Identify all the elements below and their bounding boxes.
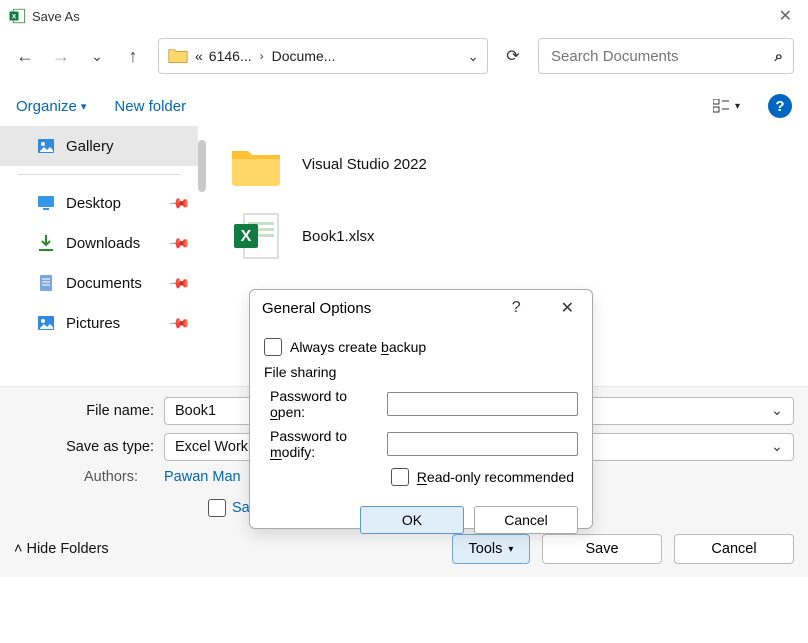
organize-button[interactable]: Organize ▾ xyxy=(16,98,86,115)
password-open-input[interactable] xyxy=(387,392,578,416)
excel-file-icon: X xyxy=(228,208,284,264)
save-thumbnail-checkbox[interactable] xyxy=(208,499,226,517)
chevron-down-icon[interactable]: ⌄ xyxy=(467,48,479,65)
desktop-icon xyxy=(36,193,56,213)
refresh-icon[interactable]: ⟳ xyxy=(502,46,524,66)
file-name-label: File name: xyxy=(14,403,164,419)
readonly-checkbox[interactable] xyxy=(391,468,409,486)
gallery-icon xyxy=(36,136,56,156)
sidebar-item-label: Documents xyxy=(66,275,142,292)
sidebar: Gallery Desktop 📌 Downloads 📌 Documents … xyxy=(0,126,198,386)
nav-bar: ← → ⌄ ↑ « 6146... › Docume... ⌄ ⟳ ⌕ xyxy=(0,32,808,80)
cancel-button[interactable]: Cancel xyxy=(674,534,794,564)
new-folder-button[interactable]: New folder xyxy=(114,98,186,115)
search-input[interactable] xyxy=(549,47,775,66)
password-modify-label: Password to modify: xyxy=(264,428,379,460)
search-icon[interactable]: ⌕ xyxy=(775,48,783,65)
recent-chevron-icon[interactable]: ⌄ xyxy=(86,48,108,65)
sidebar-item-label: Desktop xyxy=(66,195,121,212)
folder-icon xyxy=(167,46,189,66)
sidebar-item-label: Downloads xyxy=(66,235,140,252)
dialog-cancel-button[interactable]: Cancel xyxy=(474,506,578,534)
downloads-icon xyxy=(36,233,56,253)
list-item[interactable]: Visual Studio 2022 xyxy=(216,128,800,200)
path-seg2[interactable]: Docume... xyxy=(272,48,336,64)
pin-icon[interactable]: 📌 xyxy=(167,231,191,255)
chevron-down-icon: ▾ xyxy=(81,100,87,113)
back-icon[interactable]: ← xyxy=(14,46,36,67)
breadcrumb[interactable]: « 6146... › Docume... ⌄ xyxy=(158,38,488,74)
sidebar-scrollbar[interactable] xyxy=(198,126,208,386)
always-backup-label: Always create backup xyxy=(290,339,426,355)
always-backup-checkbox[interactable] xyxy=(264,338,282,356)
title-bar: X Save As ✕ xyxy=(0,0,808,32)
hide-folders-label: Hide Folders xyxy=(26,541,108,557)
chevron-up-icon: ˄ xyxy=(14,541,22,557)
file-sharing-group-label: File sharing xyxy=(264,364,578,380)
list-item[interactable]: X Book1.xlsx xyxy=(216,200,800,272)
file-name-value: Book1 xyxy=(175,403,216,419)
ok-button[interactable]: OK xyxy=(360,506,464,534)
up-icon[interactable]: ↑ xyxy=(122,46,144,67)
password-open-label: Password to open: xyxy=(264,388,379,420)
pin-icon[interactable]: 📌 xyxy=(167,191,191,215)
path-prefix: « xyxy=(195,48,203,64)
pin-icon[interactable]: 📌 xyxy=(167,271,191,295)
sidebar-item-downloads[interactable]: Downloads 📌 xyxy=(0,223,198,263)
help-icon[interactable]: ? xyxy=(506,299,527,317)
password-modify-input[interactable] xyxy=(387,432,578,456)
path-seg1[interactable]: 6146... xyxy=(209,48,252,64)
sidebar-item-pictures[interactable]: Pictures 📌 xyxy=(0,303,198,343)
sidebar-item-label: Pictures xyxy=(66,315,120,332)
pin-icon[interactable]: 📌 xyxy=(167,311,191,335)
view-options-button[interactable]: ▾ xyxy=(713,99,740,113)
close-icon[interactable]: ✕ xyxy=(771,2,800,30)
toolbar: Organize ▾ New folder ▾ ? xyxy=(0,86,808,126)
forward-icon[interactable]: → xyxy=(50,46,72,67)
dialog-title: General Options xyxy=(262,300,371,317)
sidebar-item-label: Gallery xyxy=(66,138,114,155)
file-label: Book1.xlsx xyxy=(302,228,375,245)
pictures-icon xyxy=(36,313,56,333)
organize-label: Organize xyxy=(16,98,77,115)
svg-text:X: X xyxy=(12,13,17,20)
chevron-down-icon: ▾ xyxy=(735,101,740,112)
authors-value[interactable]: Pawan Man xyxy=(164,469,241,485)
general-options-dialog: General Options ? ✕ Always create backup… xyxy=(249,289,593,529)
documents-icon xyxy=(36,273,56,293)
close-icon[interactable]: ✕ xyxy=(555,298,580,318)
sidebar-item-desktop[interactable]: Desktop 📌 xyxy=(0,183,198,223)
save-type-label: Save as type: xyxy=(14,439,164,455)
authors-label: Authors: xyxy=(84,469,138,485)
readonly-label: Read-only recommended xyxy=(417,469,574,485)
excel-app-icon: X xyxy=(8,7,26,25)
file-label: Visual Studio 2022 xyxy=(302,156,427,173)
chevron-down-icon[interactable]: ⌄ xyxy=(771,439,783,455)
svg-text:X: X xyxy=(241,228,252,245)
window-title: Save As xyxy=(32,9,80,24)
search-box[interactable]: ⌕ xyxy=(538,38,794,74)
sidebar-item-gallery[interactable]: Gallery xyxy=(0,126,198,166)
chevron-down-icon[interactable]: ⌄ xyxy=(771,403,783,419)
chevron-right-icon[interactable]: › xyxy=(258,49,266,63)
folder-icon xyxy=(228,136,284,192)
help-icon[interactable]: ? xyxy=(768,94,792,118)
hide-folders-button[interactable]: ˄ Hide Folders xyxy=(14,541,109,557)
sidebar-item-documents[interactable]: Documents 📌 xyxy=(0,263,198,303)
